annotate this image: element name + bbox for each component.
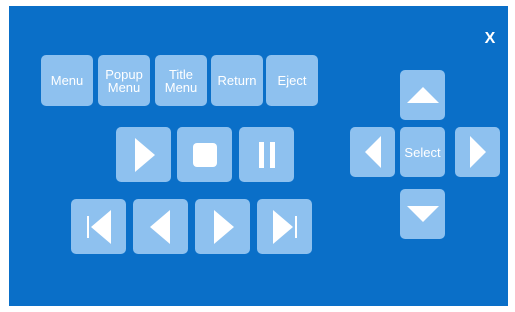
return-button-label: Return: [217, 73, 257, 88]
play-icon: [134, 137, 155, 172]
rewind-button[interactable]: [133, 199, 188, 254]
pause-icon: [258, 141, 275, 168]
arrow-down-icon: [406, 206, 439, 222]
skip-forward-icon: [272, 209, 297, 244]
forward-icon: [213, 209, 234, 244]
arrow-up-button[interactable]: [400, 70, 445, 120]
eject-button[interactable]: Eject: [266, 55, 318, 106]
eject-button-label: Eject: [277, 73, 307, 88]
select-button-label: Select: [404, 144, 441, 160]
return-button[interactable]: Return: [211, 55, 263, 106]
skip-back-button[interactable]: [71, 199, 126, 254]
title-menu-button[interactable]: Title Menu: [155, 55, 207, 106]
arrow-left-button[interactable]: [350, 127, 395, 177]
popup-menu-label-line1: Popup: [105, 66, 143, 82]
arrow-right-icon: [469, 136, 486, 168]
popup-menu-button[interactable]: Popup Menu: [98, 55, 150, 106]
menu-button-label: Menu: [50, 73, 84, 88]
stop-button[interactable]: [177, 127, 232, 182]
pause-button[interactable]: [239, 127, 294, 182]
forward-button[interactable]: [195, 199, 250, 254]
menu-button[interactable]: Menu: [41, 55, 93, 106]
play-button[interactable]: [116, 127, 171, 182]
title-menu-label-line2: Menu: [164, 79, 198, 95]
arrow-up-icon: [406, 87, 439, 103]
skip-forward-button[interactable]: [257, 199, 312, 254]
popup-menu-label-line2: Menu: [107, 79, 141, 95]
select-button[interactable]: Select: [400, 127, 445, 177]
arrow-right-button[interactable]: [455, 127, 500, 177]
close-button[interactable]: X: [477, 26, 503, 52]
stop-icon: [192, 142, 217, 167]
skip-back-icon: [86, 209, 111, 244]
title-menu-label-line1: Title: [168, 66, 194, 82]
remote-control-panel: X Menu Popup Menu Title Menu Return Ejec…: [9, 6, 508, 306]
arrow-down-button[interactable]: [400, 189, 445, 239]
arrow-left-icon: [364, 136, 381, 168]
rewind-icon: [149, 209, 170, 244]
